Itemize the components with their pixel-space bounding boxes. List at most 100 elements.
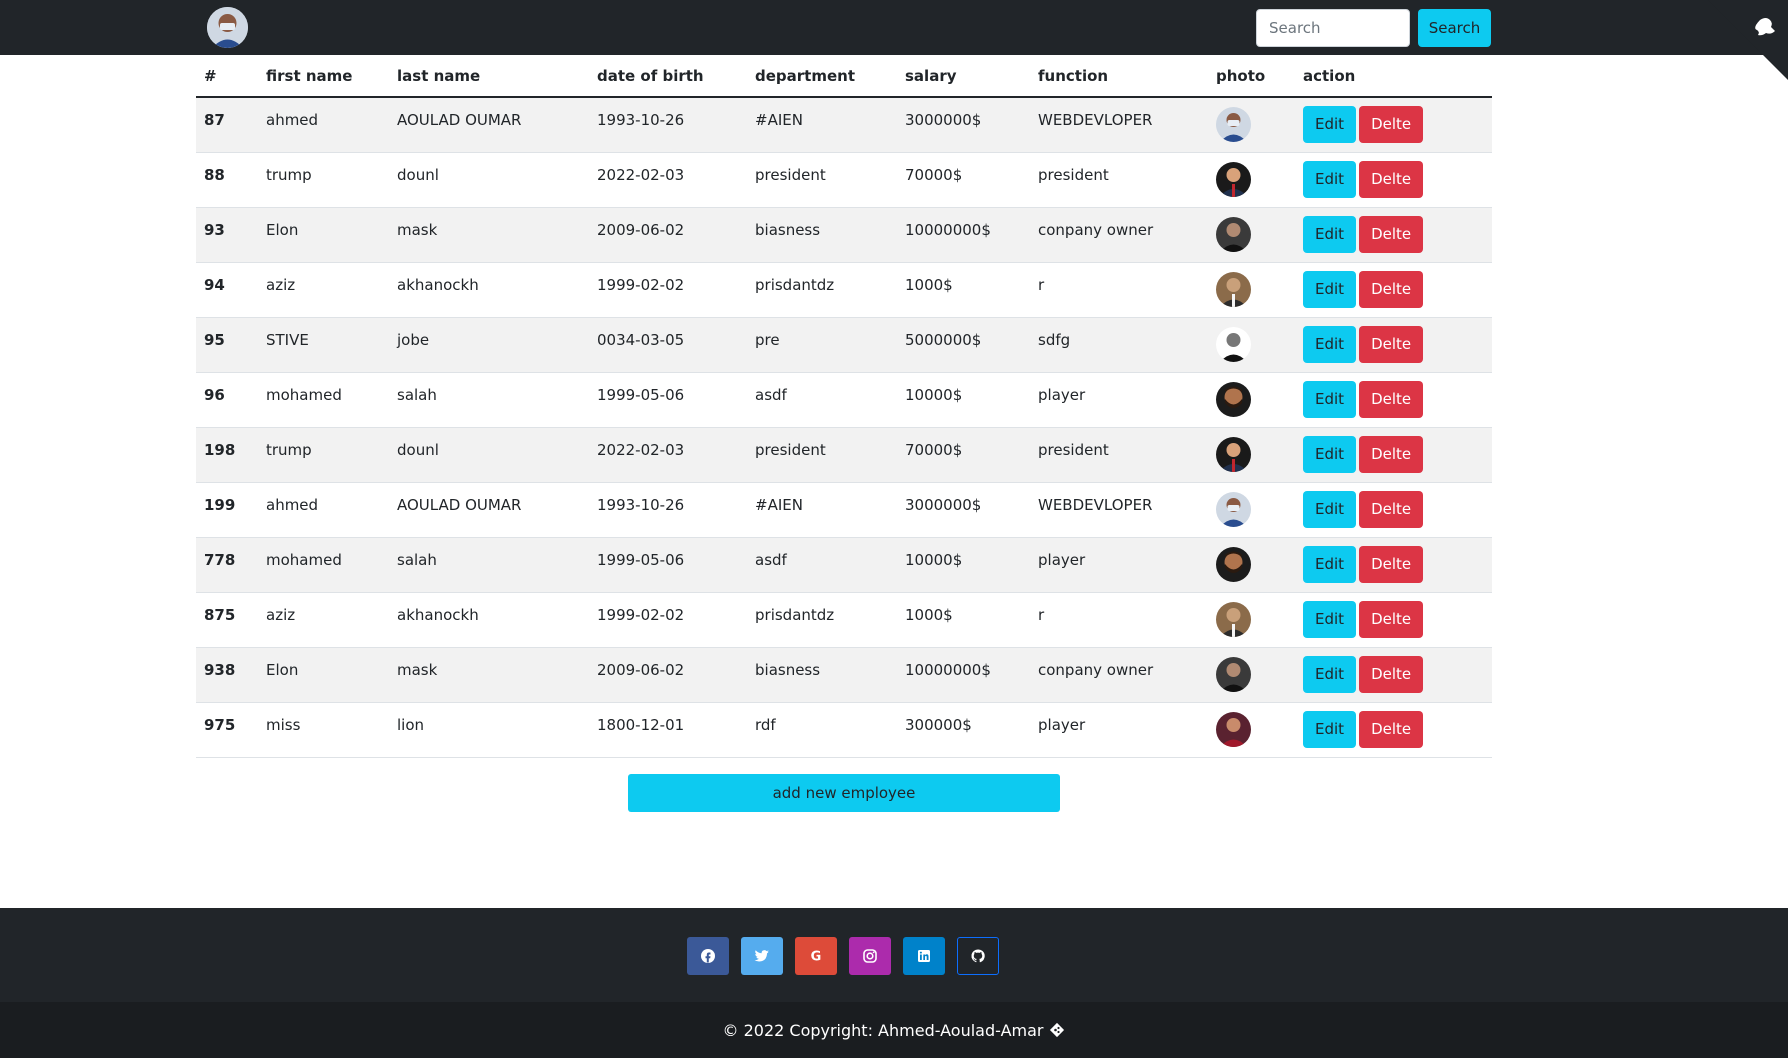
employee-photo	[1216, 217, 1251, 252]
delete-button[interactable]: Delte	[1359, 491, 1424, 528]
user-avatar[interactable]	[207, 7, 248, 48]
employee-photo	[1216, 602, 1251, 637]
instagram-button[interactable]	[849, 937, 891, 975]
cell-department: #AIEN	[755, 111, 803, 129]
edit-button[interactable]: Edit	[1303, 546, 1357, 583]
cell-id: 96	[204, 385, 225, 404]
employee-photo	[1216, 657, 1251, 692]
employee-photo	[1216, 272, 1251, 307]
cell-photo	[1208, 317, 1295, 372]
cell-last-name: salah	[397, 550, 437, 569]
cell-function: conpany owner	[1038, 660, 1154, 679]
cell-photo	[1208, 537, 1295, 592]
cell-dob: 1800-12-01	[597, 715, 685, 734]
search-button[interactable]: Search	[1418, 9, 1491, 47]
delete-button[interactable]: Delte	[1359, 656, 1424, 693]
cell-first-name: miss	[266, 715, 301, 734]
cell-department: president	[755, 440, 826, 459]
cell-dob: 2009-06-02	[597, 660, 685, 679]
edit-button[interactable]: Edit	[1303, 491, 1357, 528]
copyright-text: © 2022 Copyright: Ahmed-Aoulad-Amar	[722, 1020, 1044, 1040]
cell-first-name: mohamed	[266, 550, 342, 569]
header-action: action	[1295, 55, 1492, 98]
edit-button[interactable]: Edit	[1303, 381, 1357, 418]
cell-department: pre	[755, 330, 780, 349]
edit-button[interactable]: Edit	[1303, 711, 1357, 748]
github-button[interactable]	[957, 937, 999, 975]
add-employee-button[interactable]: add new employee	[628, 774, 1060, 812]
top-navbar: Search	[0, 0, 1788, 80]
delete-button[interactable]: Delte	[1359, 546, 1424, 583]
delete-button[interactable]: Delte	[1359, 271, 1424, 308]
delete-button[interactable]: Delte	[1359, 711, 1424, 748]
cell-salary: 1000$	[905, 275, 953, 294]
edit-button[interactable]: Edit	[1303, 656, 1357, 693]
cell-action: Edit Delte	[1295, 702, 1492, 757]
cell-first-name: trump	[266, 165, 312, 184]
cell-dob: 1999-02-02	[597, 605, 685, 624]
twitter-button[interactable]	[741, 937, 783, 975]
delete-button[interactable]: Delte	[1359, 216, 1424, 253]
delete-button[interactable]: Delte	[1359, 381, 1424, 418]
cell-photo	[1208, 427, 1295, 482]
cell-dob: 1993-10-26	[597, 111, 685, 129]
cell-photo	[1208, 702, 1295, 757]
github-corner-icon[interactable]	[1708, 0, 1788, 80]
cell-first-name: aziz	[266, 605, 296, 624]
employee-photo	[1216, 162, 1251, 197]
cell-salary: 10000$	[905, 385, 963, 404]
cell-last-name: jobe	[397, 330, 430, 349]
delete-button[interactable]: Delte	[1359, 106, 1424, 144]
cell-dob: 1999-02-02	[597, 275, 685, 294]
instagram-icon	[863, 949, 877, 963]
table-row: 93 Elon mask 2009-06-02 biasness 10000000$ con…	[196, 207, 1492, 262]
cell-id: 88	[204, 165, 225, 184]
cell-salary: 10000000$	[905, 660, 991, 679]
facebook-button[interactable]	[687, 937, 729, 975]
cell-dob: 2022-02-03	[597, 165, 685, 184]
edit-button[interactable]: Edit	[1303, 106, 1357, 144]
cell-first-name: ahmed	[266, 495, 319, 514]
cell-last-name: mask	[397, 220, 438, 239]
table-row: 975 miss lion 1800-12-01 rdf 300000$ player Edi…	[196, 702, 1492, 757]
edit-button[interactable]: Edit	[1303, 326, 1357, 363]
header-department: department	[747, 55, 897, 98]
cell-salary: 5000000$	[905, 330, 982, 349]
cell-last-name: akhanockh	[397, 275, 479, 294]
cell-function: player	[1038, 385, 1086, 404]
edit-button[interactable]: Edit	[1303, 436, 1357, 473]
edit-button[interactable]: Edit	[1303, 161, 1357, 198]
cell-dob: 1993-10-26	[597, 495, 685, 514]
linkedin-button[interactable]	[903, 937, 945, 975]
cell-dob: 1999-05-06	[597, 550, 685, 569]
cell-dob: 0034-03-05	[597, 330, 685, 349]
google-button[interactable]: G	[795, 937, 837, 975]
search-input[interactable]	[1256, 9, 1410, 47]
cell-function: president	[1038, 165, 1109, 184]
header-dob: date of birth	[589, 55, 747, 98]
cell-id: 95	[204, 330, 225, 349]
linkedin-icon	[918, 950, 930, 962]
cell-id: 875	[204, 605, 236, 624]
delete-button[interactable]: Delte	[1359, 161, 1424, 198]
cell-salary: 300000$	[905, 715, 972, 734]
cell-department: biasness	[755, 660, 821, 679]
cell-department: biasness	[755, 220, 821, 239]
table-row: 96 mohamed salah 1999-05-06 asdf 10000$ player…	[196, 372, 1492, 427]
delete-button[interactable]: Delte	[1359, 326, 1424, 363]
cell-dob: 2009-06-02	[597, 220, 685, 239]
delete-button[interactable]: Delte	[1359, 601, 1424, 638]
delete-button[interactable]: Delte	[1359, 436, 1424, 473]
cell-salary: 1000$	[905, 605, 953, 624]
edit-button[interactable]: Edit	[1303, 216, 1357, 253]
cell-id: 199	[204, 495, 236, 514]
cell-action: Edit Delte	[1295, 537, 1492, 592]
cell-dob: 2022-02-03	[597, 440, 685, 459]
edit-button[interactable]: Edit	[1303, 271, 1357, 308]
cell-dob: 1999-05-06	[597, 385, 685, 404]
edit-button[interactable]: Edit	[1303, 601, 1357, 638]
search-form: Search	[1256, 9, 1491, 47]
header-last-name: last name	[389, 55, 589, 98]
cell-first-name: trump	[266, 440, 312, 459]
cell-salary: 3000000$	[905, 111, 982, 129]
